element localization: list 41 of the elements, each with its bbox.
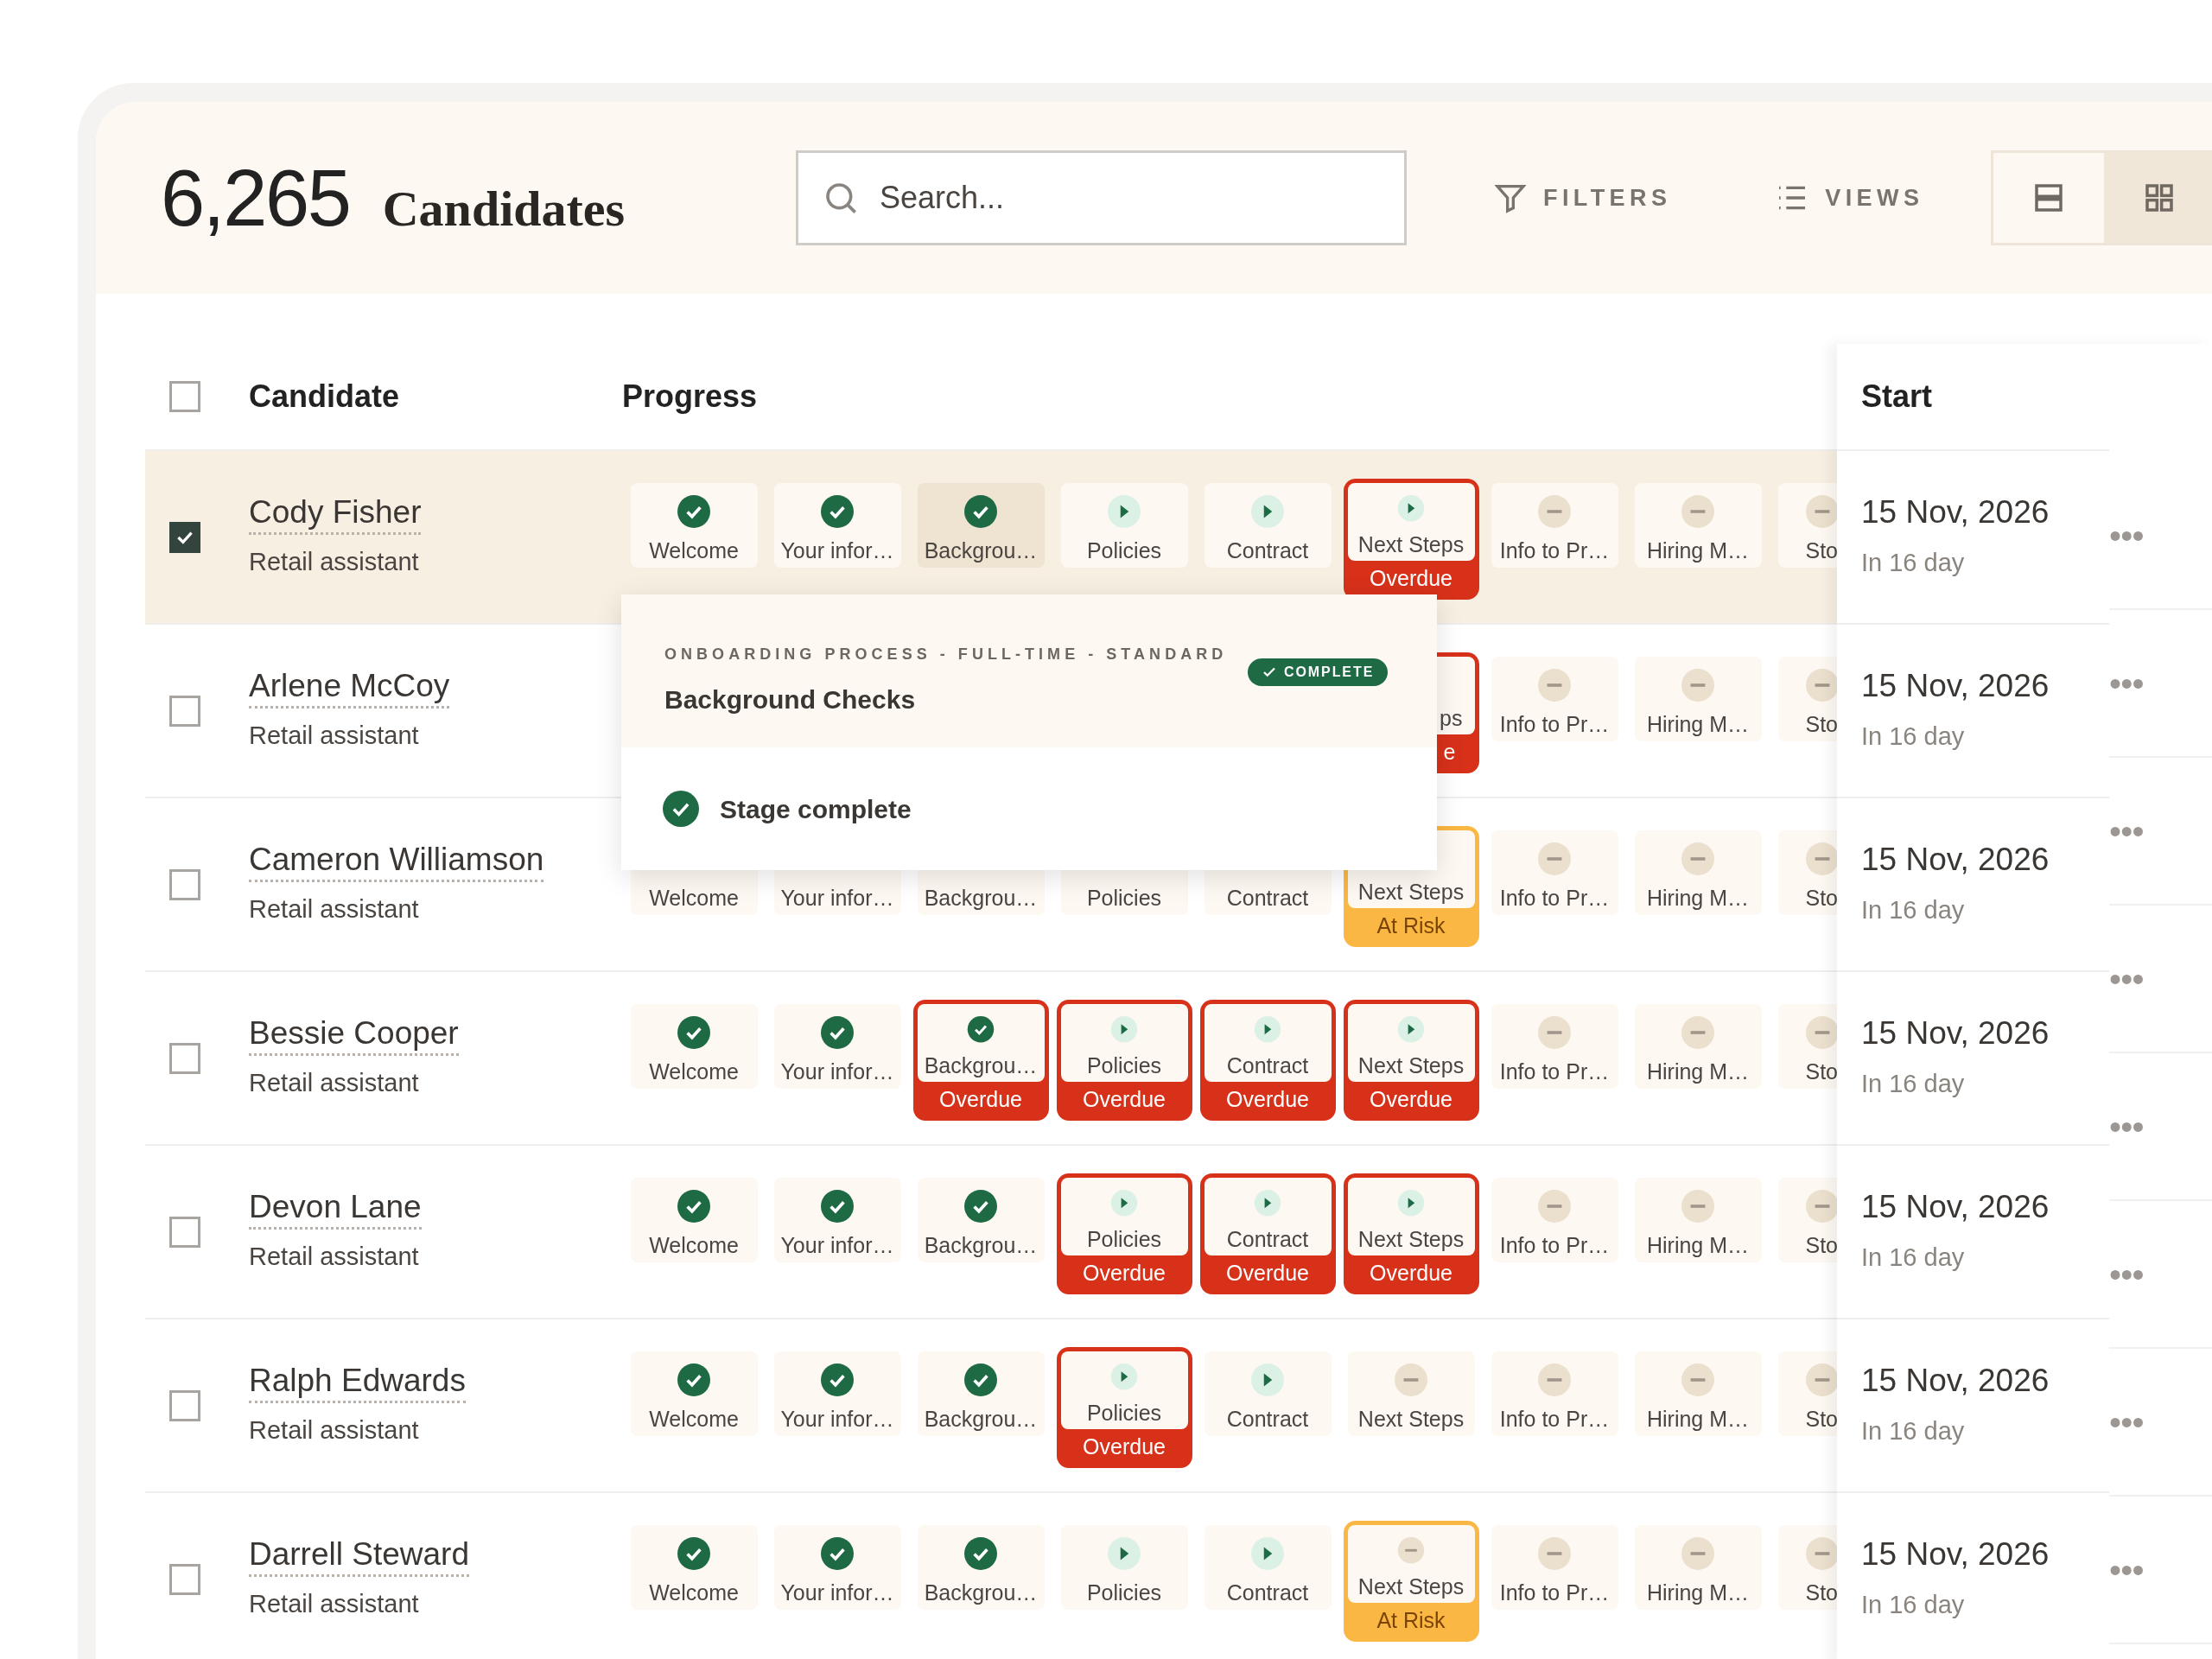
start-relative: In 16 day [1861,1589,1966,1620]
status-label: Overdue [1083,1433,1166,1460]
status-label: Overdue [1083,1086,1166,1113]
status-label: e [1443,739,1457,766]
start-relative: In 16 day [1861,721,1966,752]
status-label: Overdue [1370,1086,1452,1113]
status-label: Overdue [1083,1260,1166,1287]
status-label: At Risk [1376,912,1446,939]
start-date: 15 Nov, 2026 [1861,1187,2050,1226]
candidate-role: Retail assistant [249,547,420,578]
candidate-count: 6,265 [161,158,350,238]
start-date: 15 Nov, 2026 [1861,493,2050,531]
start-date: 15 Nov, 2026 [1861,1361,2050,1400]
process-label: ONBOARDING PROCESS - FULL-TIME - STANDARD [664,645,1229,664]
candidate-role: Retail assistant [249,1242,420,1273]
status-label: Overdue [1226,1260,1309,1287]
page-title: Candidates [382,184,626,234]
status-label: At Risk [1376,1607,1446,1634]
column-header: Start [1860,378,1934,416]
candidate-role: Retail assistant [249,1589,420,1620]
start-date: 15 Nov, 2026 [1861,1535,2050,1573]
status-label: Overdue [1226,1086,1309,1113]
column-header: Candidate [249,378,401,416]
status-label: Overdue [939,1086,1022,1113]
start-relative: In 16 day [1861,1068,1966,1099]
candidate-role: Retail assistant [249,1415,420,1446]
status-label: Overdue [1370,565,1452,592]
start-relative: In 16 day [1861,547,1966,578]
status-label: Overdue [1370,1260,1452,1287]
candidate-role: Retail assistant [249,1068,420,1099]
column-header: Progress [622,378,758,416]
start-date: 15 Nov, 2026 [1861,1014,2050,1052]
start-relative: In 16 day [1861,1415,1966,1446]
start-relative: In 16 day [1861,894,1966,925]
candidate-role: Retail assistant [249,721,420,752]
start-date: 15 Nov, 2026 [1861,840,2050,879]
stage-title: Background Checks [664,684,917,715]
candidate-role: Retail assistant [249,894,420,925]
start-relative: In 16 day [1861,1242,1966,1273]
start-date: 15 Nov, 2026 [1861,666,2050,705]
complete-badge: COMPLETE [1248,658,1389,686]
